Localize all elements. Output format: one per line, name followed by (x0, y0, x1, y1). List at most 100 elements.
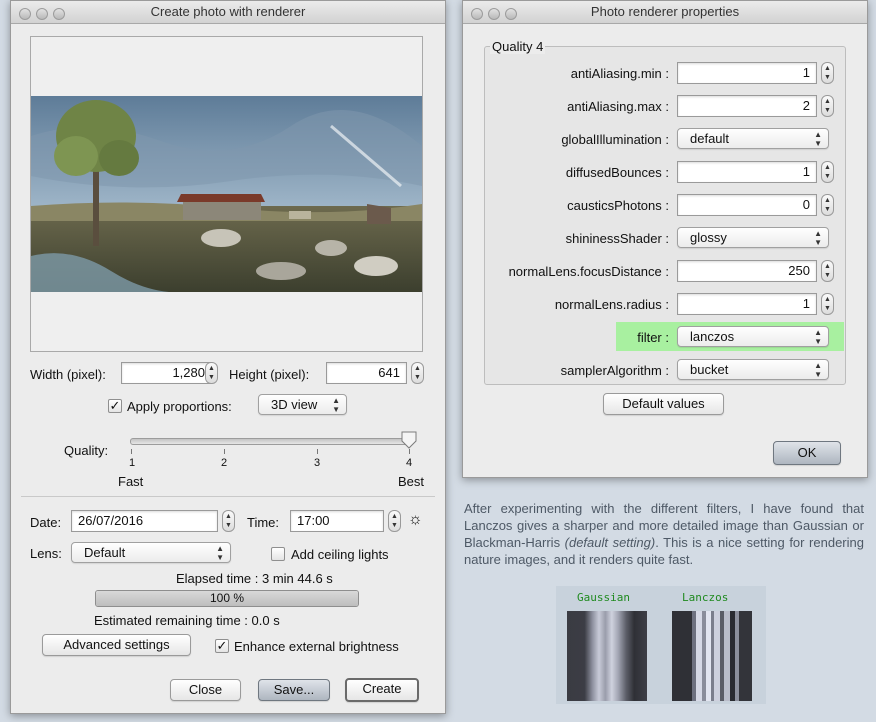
create-photo-window: Create photo with renderer Width (pixel)… (10, 0, 446, 714)
property-label: diffusedBounces : (565, 165, 669, 180)
rendered-landscape-image (31, 96, 422, 292)
lens-label: Lens: (30, 546, 62, 561)
property-stepper[interactable]: ▲ ▼ (821, 95, 834, 117)
property-stepper[interactable]: ▲ ▼ (821, 161, 834, 183)
property-label: antiAliasing.max : (567, 99, 669, 114)
property-stepper[interactable]: ▲ ▼ (821, 62, 834, 84)
window-controls (19, 5, 70, 27)
window-title: Photo renderer properties (590, 4, 740, 19)
date-label: Date: (30, 515, 62, 530)
property-label: normalLens.radius : (554, 297, 669, 312)
property-select[interactable]: lanczos ▲ ▼ (677, 326, 829, 347)
property-stepper[interactable]: ▲ ▼ (821, 293, 834, 315)
time-label: Time: (247, 515, 280, 530)
fast-label: Fast (118, 474, 144, 489)
select-arrows-icon: ▲ ▼ (814, 229, 822, 247)
enhance-brightness-label: Enhance external brightness (234, 639, 399, 654)
select-arrows-icon: ▲ ▼ (332, 396, 340, 414)
property-number-input[interactable]: 0 (677, 194, 817, 216)
lens-select-value: Default (84, 545, 126, 560)
checkmark-icon: ✓ (216, 638, 228, 653)
zoom-window-button[interactable] (505, 8, 517, 20)
property-stepper[interactable]: ▲ ▼ (821, 194, 834, 216)
minimize-window-button[interactable] (488, 8, 500, 20)
gaussian-label: Gaussian (577, 591, 630, 604)
apply-proportions-checkbox[interactable]: ✓ (108, 399, 122, 413)
close-window-button[interactable] (19, 8, 31, 20)
height-label: Height (pixel): (229, 367, 310, 382)
apply-proportions-label: Apply proportions: (127, 399, 232, 414)
lanczos-label: Lanczos (682, 591, 729, 604)
property-select-value: default (690, 131, 730, 146)
property-label: samplerAlgorithm : (560, 363, 669, 378)
quality-group-title: Quality 4 (490, 39, 546, 54)
best-label: Best (398, 474, 425, 489)
property-label: normalLens.focusDistance : (508, 264, 669, 279)
width-stepper[interactable]: ▲ ▼ (205, 362, 218, 384)
width-label: Width (pixel): (30, 367, 106, 382)
property-label: causticsPhotons : (567, 198, 669, 213)
close-window-button[interactable] (471, 8, 483, 20)
filter-comparison: Gaussian Lanczos (556, 586, 766, 704)
property-stepper[interactable]: ▲ ▼ (821, 260, 834, 282)
save-button[interactable]: Save... (258, 679, 330, 701)
height-stepper[interactable]: ▲ ▼ (411, 362, 424, 384)
time-input[interactable]: 17:00 (290, 510, 384, 532)
property-number-input[interactable]: 1 (677, 161, 817, 183)
render-progress-bar: 100 % (95, 590, 359, 607)
elapsed-time: Elapsed time : 3 min 44.6 s (176, 571, 333, 586)
date-stepper[interactable]: ▲ ▼ (222, 510, 235, 532)
ceiling-lights-label: Add ceiling lights (291, 547, 389, 562)
progress-percent: 100 % (209, 591, 245, 605)
quality-slider-knob[interactable] (401, 431, 417, 449)
quality-slider-track[interactable] (130, 438, 412, 445)
ok-button[interactable]: OK (773, 441, 841, 465)
select-arrows-icon: ▲ ▼ (814, 130, 822, 148)
proportions-select-value: 3D view (271, 397, 318, 412)
select-arrows-icon: ▲ ▼ (216, 544, 224, 562)
property-number-input[interactable]: 2 (677, 95, 817, 117)
remaining-time: Estimated remaining time : 0.0 s (94, 613, 280, 628)
height-input[interactable]: 641 (326, 362, 407, 384)
divider (21, 496, 435, 497)
ceiling-lights-checkbox[interactable] (271, 547, 285, 561)
photo-preview (30, 36, 423, 352)
close-button[interactable]: Close (170, 679, 241, 701)
select-arrows-icon: ▲ ▼ (814, 328, 822, 346)
quality-tick-3: 3 (314, 457, 321, 469)
default-values-button[interactable]: Default values (603, 393, 724, 415)
caption-text-italic: (default setting) (564, 535, 656, 550)
proportions-select[interactable]: 3D view ▲ ▼ (258, 394, 347, 415)
create-photo-titlebar: Create photo with renderer (11, 1, 445, 24)
property-number-input[interactable]: 1 (677, 62, 817, 84)
quality-tick-mark-4 (409, 449, 410, 454)
property-select[interactable]: glossy ▲ ▼ (677, 227, 829, 248)
property-label: shininessShader : (565, 231, 669, 246)
minimize-window-button[interactable] (36, 8, 48, 20)
lanczos-sample (672, 611, 752, 701)
property-number-input[interactable]: 250 (677, 260, 817, 282)
quality-tick-4: 4 (406, 457, 413, 469)
sun-icon[interactable]: ☼ (408, 511, 423, 529)
caption-text: After experimenting with the different f… (464, 500, 864, 568)
property-select[interactable]: default ▲ ▼ (677, 128, 829, 149)
property-select-value: glossy (690, 230, 727, 245)
date-input[interactable]: 26/07/2016 (71, 510, 218, 532)
property-select[interactable]: bucket ▲ ▼ (677, 359, 829, 380)
width-input[interactable]: 1,280 (121, 362, 212, 384)
enhance-brightness-checkbox[interactable]: ✓ (215, 639, 229, 653)
gaussian-sample (567, 611, 647, 701)
quality-tick-1: 1 (129, 457, 136, 469)
property-number-input[interactable]: 1 (677, 293, 817, 315)
time-stepper[interactable]: ▲ ▼ (388, 510, 401, 532)
property-label: antiAliasing.min : (570, 66, 669, 81)
lens-select[interactable]: Default ▲ ▼ (71, 542, 231, 563)
property-label: filter : (637, 330, 669, 345)
renderer-properties-titlebar: Photo renderer properties (463, 1, 867, 24)
renderer-properties-window: Photo renderer properties Quality 4 anti… (462, 0, 868, 478)
window-controls (471, 5, 522, 27)
advanced-settings-button[interactable]: Advanced settings (42, 634, 191, 656)
create-button[interactable]: Create (345, 678, 419, 702)
window-title: Create photo with renderer (150, 4, 306, 19)
zoom-window-button[interactable] (53, 8, 65, 20)
